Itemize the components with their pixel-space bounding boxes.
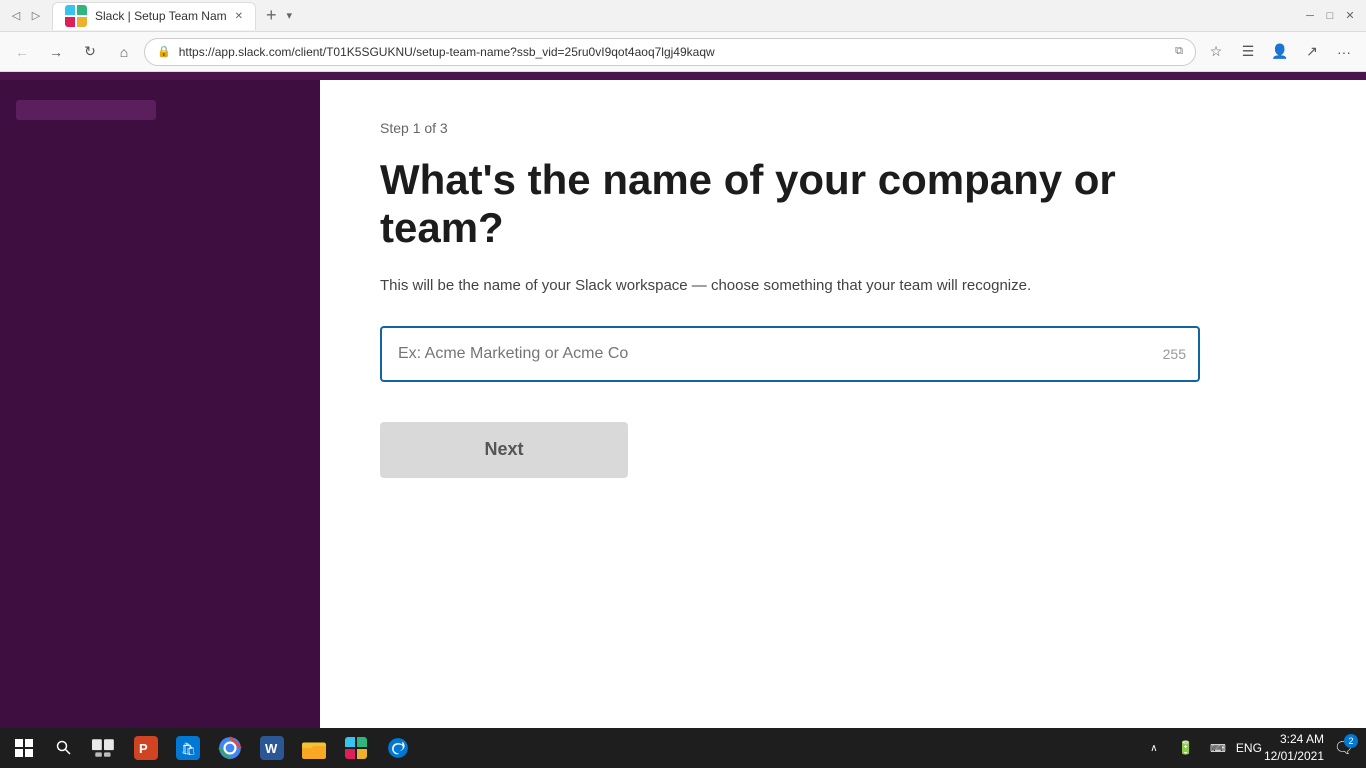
slack-taskbar-logo bbox=[345, 737, 367, 759]
main-layout: Step 1 of 3 What's the name of your comp… bbox=[0, 80, 1366, 728]
url-text: https://app.slack.com/client/T01K5SGUKNU… bbox=[179, 45, 1167, 59]
addressbar: ← → ↻ ⌂ 🔒 https://app.slack.com/client/T… bbox=[0, 32, 1366, 72]
team-name-input[interactable] bbox=[380, 326, 1200, 382]
tabs-dropdown-btn[interactable]: ▾ bbox=[287, 9, 293, 22]
sidebar bbox=[0, 80, 320, 728]
svg-text:W: W bbox=[265, 741, 278, 756]
word-taskbar-icon[interactable]: W bbox=[252, 730, 292, 766]
tab-bar: Slack | Setup Team Nam ✕ + ▾ bbox=[52, 2, 1294, 30]
language-label: ENG bbox=[1236, 741, 1262, 755]
powerpoint-taskbar-icon[interactable]: P bbox=[126, 730, 166, 766]
file-explorer-taskbar-icon[interactable] bbox=[294, 730, 334, 766]
content-area: Step 1 of 3 What's the name of your comp… bbox=[320, 80, 1366, 728]
new-tab-btn[interactable]: + bbox=[260, 5, 283, 26]
main-heading: What's the name of your company or team? bbox=[380, 156, 1200, 253]
profile-icon[interactable]: 👤 bbox=[1266, 38, 1294, 66]
titlebar: ◁ ▷ Slack | Setup Team Nam ✕ + ▾ ─ □ ✕ bbox=[0, 0, 1366, 32]
back-pages-btn[interactable]: ◁ bbox=[8, 8, 24, 24]
lock-icon: 🔒 bbox=[157, 45, 171, 58]
char-count: 255 bbox=[1163, 346, 1186, 362]
toolbar-icons: ☆ ☰ 👤 ↗ ··· bbox=[1202, 38, 1358, 66]
home-btn[interactable]: ⌂ bbox=[110, 38, 138, 66]
taskview-btn[interactable] bbox=[84, 730, 124, 766]
clock-date: 12/01/2021 bbox=[1264, 748, 1324, 765]
forward-pages-btn[interactable]: ▷ bbox=[28, 8, 44, 24]
tab-title: Slack | Setup Team Nam bbox=[95, 9, 227, 23]
titlebar-controls: ◁ ▷ bbox=[8, 8, 44, 24]
edge-taskbar-icon[interactable] bbox=[378, 730, 418, 766]
battery-icon[interactable]: 🔋 bbox=[1172, 734, 1200, 762]
accent-bar bbox=[0, 72, 1366, 80]
more-icon[interactable]: ··· bbox=[1330, 38, 1358, 66]
store-taskbar-icon[interactable]: 🛍 bbox=[168, 730, 208, 766]
url-bar[interactable]: 🔒 https://app.slack.com/client/T01K5SGUK… bbox=[144, 38, 1196, 66]
system-tray-up[interactable]: ∧ bbox=[1140, 734, 1168, 762]
notification-btn[interactable]: 🗨 2 bbox=[1326, 730, 1362, 766]
taskbar-clock[interactable]: 3:24 AM 12/01/2021 bbox=[1264, 731, 1324, 765]
minimize-btn[interactable]: ─ bbox=[1302, 8, 1318, 24]
chrome-taskbar-icon[interactable] bbox=[210, 730, 250, 766]
slack-taskbar-icon[interactable] bbox=[336, 730, 376, 766]
forward-btn[interactable]: → bbox=[42, 38, 70, 66]
maximize-btn[interactable]: □ bbox=[1322, 8, 1338, 24]
split-view-icon: ⧉ bbox=[1175, 45, 1183, 58]
refresh-btn[interactable]: ↻ bbox=[76, 38, 104, 66]
subtitle: This will be the name of your Slack work… bbox=[380, 277, 1200, 294]
close-btn[interactable]: ✕ bbox=[1342, 8, 1358, 24]
notification-badge: 2 bbox=[1344, 734, 1358, 748]
active-tab[interactable]: Slack | Setup Team Nam ✕ bbox=[52, 2, 256, 30]
step-label: Step 1 of 3 bbox=[380, 120, 1306, 136]
windows-logo bbox=[15, 739, 33, 757]
input-wrapper: 255 bbox=[380, 326, 1200, 382]
back-btn[interactable]: ← bbox=[8, 38, 36, 66]
slack-favicon bbox=[65, 5, 87, 27]
tab-close-btn[interactable]: ✕ bbox=[235, 11, 243, 22]
svg-text:P: P bbox=[139, 741, 148, 756]
window-controls: ─ □ ✕ bbox=[1302, 8, 1358, 24]
favorites-icon[interactable]: ☆ bbox=[1202, 38, 1230, 66]
clock-time: 3:24 AM bbox=[1264, 731, 1324, 748]
next-button[interactable]: Next bbox=[380, 422, 628, 478]
taskbar: P 🛍 W ∧ 🔋 ⌨ ENG 3:24 AM 12/01/2021 🗨 2 bbox=[0, 728, 1366, 768]
svg-text:🛍: 🛍 bbox=[181, 742, 196, 756]
system-tray: ∧ 🔋 ⌨ ENG bbox=[1140, 734, 1262, 762]
start-button[interactable] bbox=[4, 730, 44, 766]
sidebar-placeholder bbox=[16, 100, 156, 120]
search-button[interactable] bbox=[46, 730, 82, 766]
share-icon[interactable]: ↗ bbox=[1298, 38, 1326, 66]
collections-icon[interactable]: ☰ bbox=[1234, 38, 1262, 66]
keyboard-icon[interactable]: ⌨ bbox=[1204, 734, 1232, 762]
